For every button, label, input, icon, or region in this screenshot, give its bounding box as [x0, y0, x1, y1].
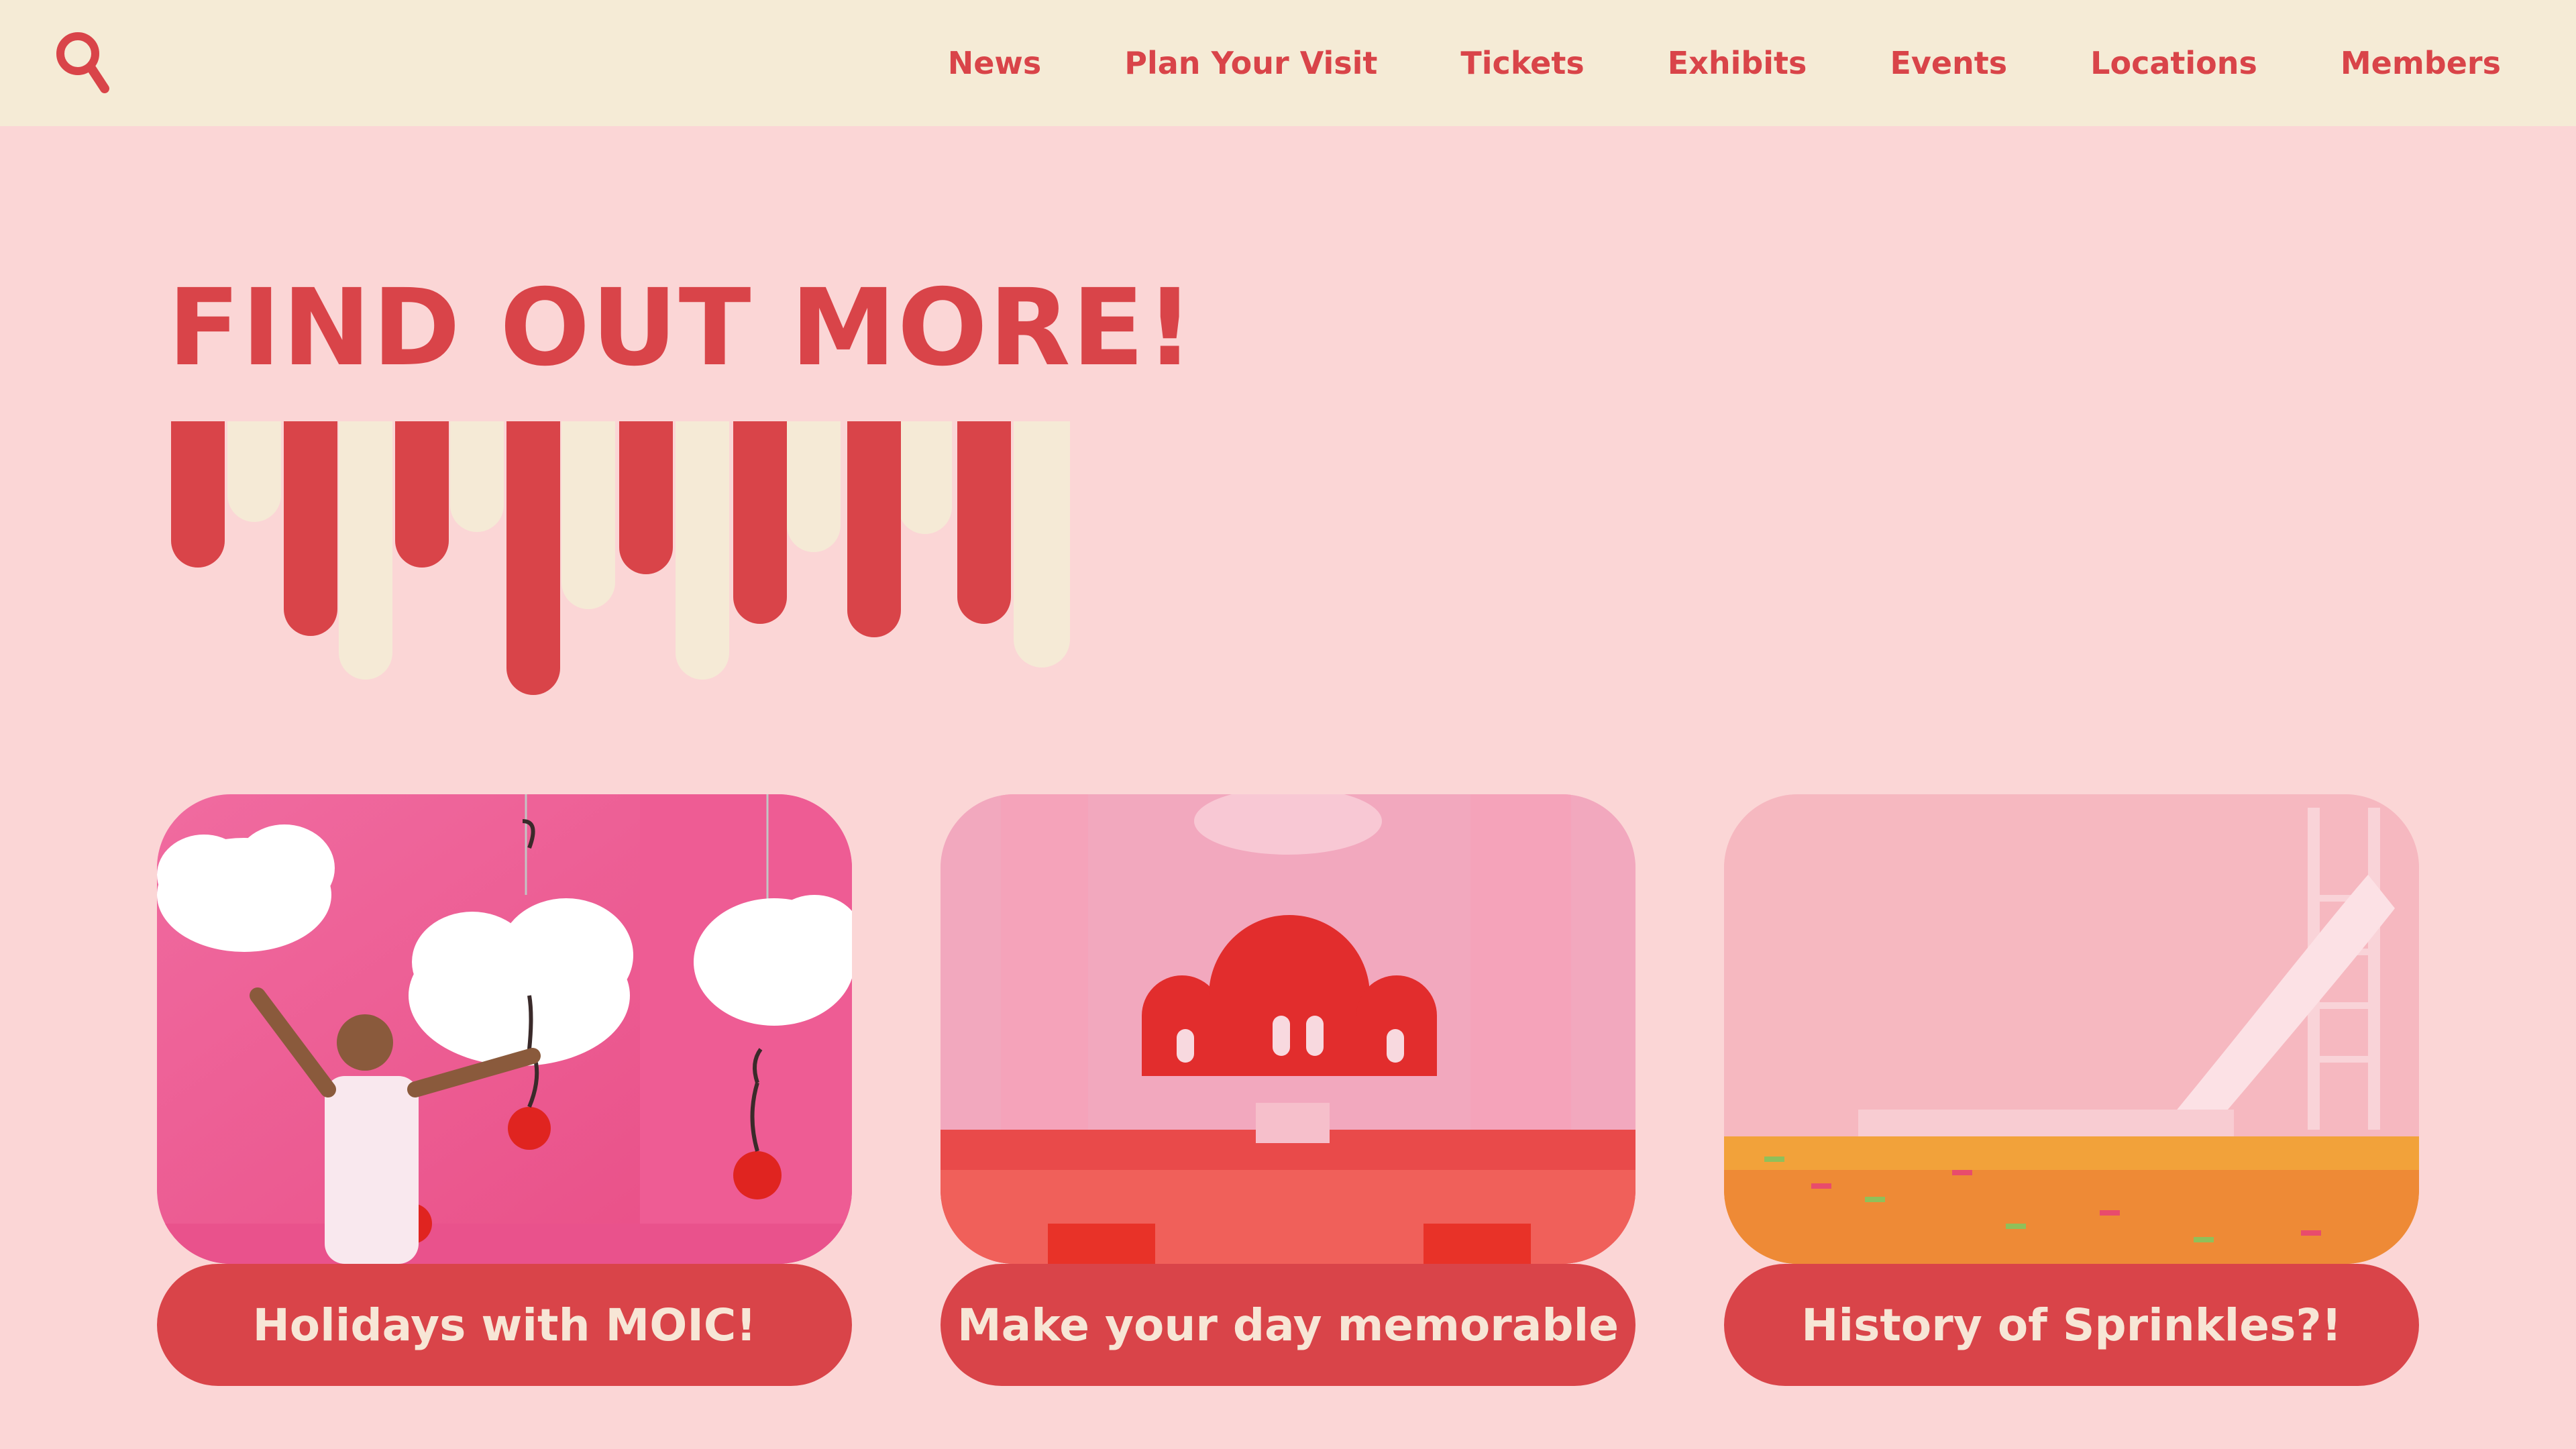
nav-locations[interactable]: Locations [2090, 45, 2257, 81]
search-button[interactable] [54, 30, 114, 97]
card-make-your-day[interactable]: Make your day memorable [941, 794, 1635, 1386]
card-image-sprinkle-pool [941, 794, 1635, 1264]
nav-exhibits[interactable]: Exhibits [1668, 45, 1807, 81]
nav-plan-your-visit[interactable]: Plan Your Visit [1124, 45, 1377, 81]
nav-tickets[interactable]: Tickets [1460, 45, 1584, 81]
search-icon [56, 32, 109, 93]
nav-news[interactable]: News [948, 45, 1042, 81]
nav-members[interactable]: Members [2341, 45, 2501, 81]
nav-events[interactable]: Events [1890, 45, 2007, 81]
card-image-sprinkle-slide [1724, 794, 2419, 1264]
site-header: News Plan Your Visit Tickets Exhibits Ev… [0, 0, 2576, 126]
card-label: Make your day memorable [941, 1264, 1635, 1386]
card-history-of-sprinkles[interactable]: History of Sprinkles?! [1724, 794, 2419, 1386]
drip-decoration [171, 421, 1070, 695]
card-holidays[interactable]: Holidays with MOIC! [157, 794, 852, 1386]
card-label: History of Sprinkles?! [1724, 1264, 2419, 1386]
card-label: Holidays with MOIC! [157, 1264, 852, 1386]
page-title: FIND OUT MORE! [168, 266, 1195, 390]
main-nav: News Plan Your Visit Tickets Exhibits Ev… [948, 0, 2501, 126]
card-image-clouds [157, 794, 852, 1264]
